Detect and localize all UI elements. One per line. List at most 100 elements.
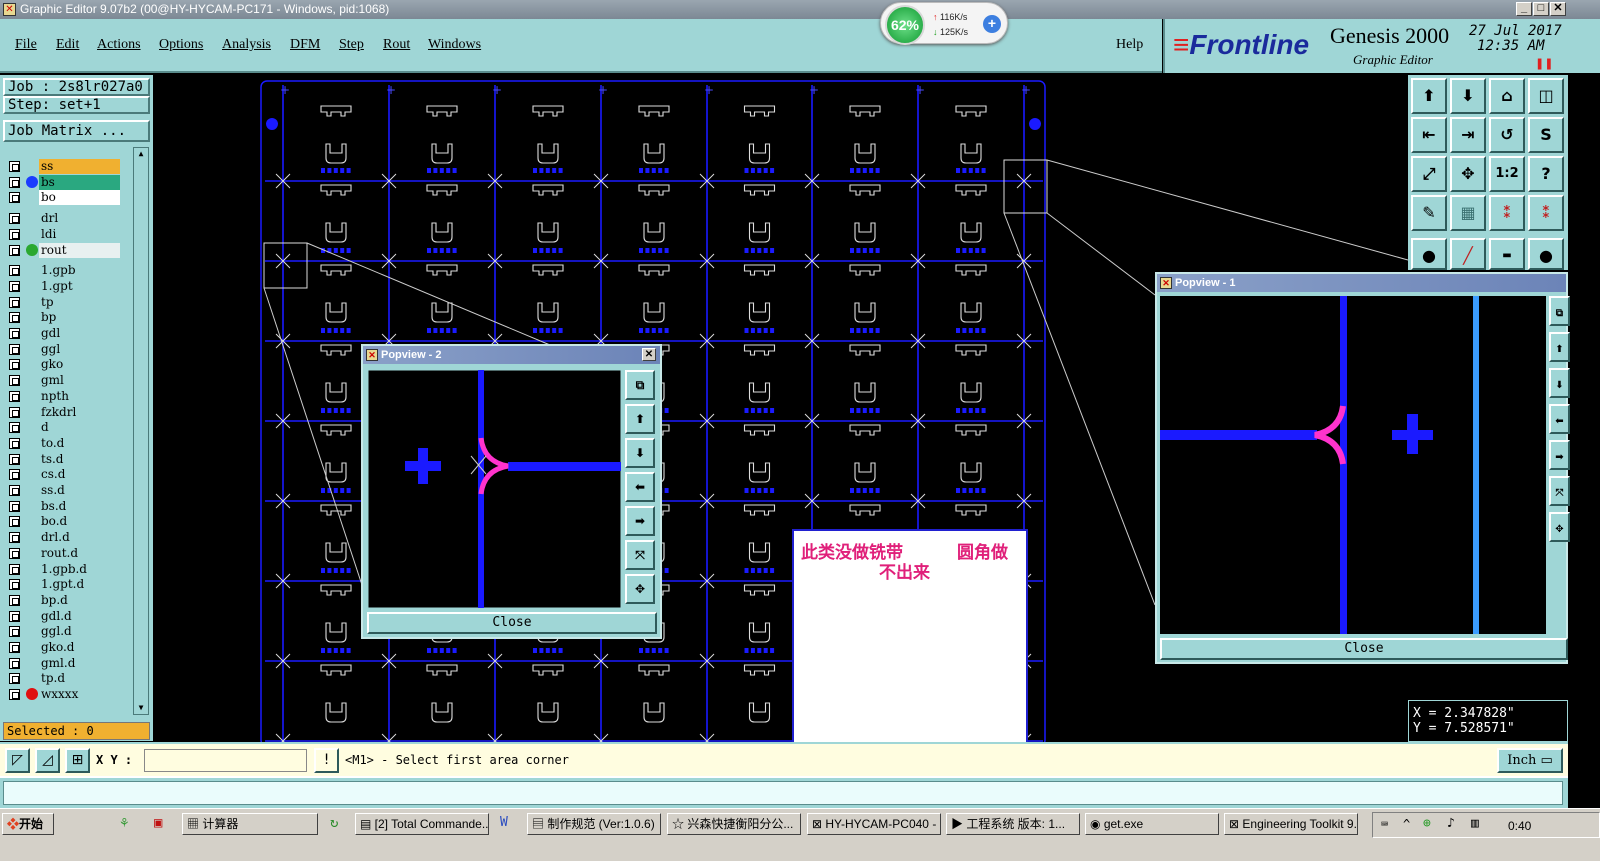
layer-row[interactable]: rout.d (5, 545, 123, 561)
popview-2-close-x[interactable]: ✕ (642, 348, 656, 361)
pan-right-icon[interactable]: ➡ (625, 506, 655, 536)
layer-checkbox[interactable] (9, 437, 20, 449)
task-total-commander[interactable]: ▤ [2] Total Commande... (355, 813, 489, 835)
layer-scrollbar[interactable]: ▲ ▼ (133, 147, 149, 715)
layer-checkbox[interactable] (9, 161, 20, 172)
layer-row[interactable]: wxxxx (5, 687, 123, 703)
layer-name[interactable]: gdl (39, 326, 120, 341)
layer-name[interactable]: bo.d (39, 514, 120, 530)
layer-name[interactable]: d (39, 420, 120, 436)
layer-row[interactable]: gdl (5, 326, 123, 341)
zoom-home-icon[interactable]: ⧉ (1549, 296, 1570, 326)
tray-app-icon[interactable]: ⊕ (1423, 816, 1431, 831)
layer-checkbox[interactable] (9, 673, 20, 685)
pan-up-icon[interactable]: ⬆ (625, 404, 655, 434)
layer-checkbox[interactable] (9, 406, 20, 418)
menu-analysis[interactable]: Analysis (222, 37, 271, 53)
redraw-icon[interactable]: S (1528, 117, 1564, 153)
layer-checkbox[interactable] (9, 579, 20, 591)
task-engineering-toolkit[interactable]: ⊠ Engineering Toolkit 9... (1224, 813, 1358, 835)
quicklaunch-icon[interactable]: ⚘ (120, 815, 128, 831)
layer-name[interactable]: rout.d (39, 545, 120, 561)
menu-step[interactable]: Step (339, 37, 364, 53)
layer-row[interactable]: ggl (5, 341, 123, 357)
layer-name[interactable]: bp (39, 310, 120, 326)
layer-checkbox[interactable] (9, 192, 20, 204)
menu-edit[interactable]: Edit (56, 37, 79, 53)
zoom-fit-icon[interactable]: ⤢ (1411, 156, 1447, 192)
layer-name[interactable]: ldi (39, 226, 120, 242)
home-down-icon[interactable]: ⬇ (1450, 78, 1486, 114)
menu-help[interactable]: Help (1116, 37, 1143, 53)
layer-name[interactable]: ss (39, 159, 120, 174)
popview-1-close-button[interactable]: Close (1160, 638, 1568, 660)
warning-icon[interactable]: ! (314, 748, 339, 773)
layer-checkbox[interactable] (9, 485, 20, 496)
cursor-icon[interactable]: ● (1411, 238, 1447, 270)
word-icon[interactable]: W (500, 815, 508, 830)
select-mode-icon[interactable]: ◸ (5, 748, 30, 773)
snap-icon[interactable]: ⁑ (1489, 195, 1525, 231)
speaker-icon[interactable]: ♪ (1447, 816, 1455, 831)
layer-checkbox[interactable] (9, 500, 20, 512)
layer-row[interactable]: ss (5, 159, 123, 174)
layer-name[interactable]: tp (39, 294, 120, 310)
layer-checkbox[interactable] (9, 642, 20, 653)
layer-row[interactable]: ss.d (5, 483, 123, 498)
layer-name[interactable]: gml.d (39, 655, 120, 671)
task-hycam[interactable]: ⊠ HY-HYCAM-PC040 - ... (807, 813, 941, 835)
pan-down-icon[interactable]: ⬇ (625, 438, 655, 468)
layer-row[interactable]: bs (5, 174, 123, 190)
home-up-icon[interactable]: ⬆ (1411, 78, 1447, 114)
layer-name[interactable]: 1.gpb.d (39, 561, 120, 577)
pan-left-icon[interactable]: ⬅ (625, 472, 655, 502)
layer-row[interactable]: drl.d (5, 530, 123, 546)
task-engineering-system[interactable]: ▶ 工程系统 版本: 1... (946, 813, 1080, 835)
layer-checkbox[interactable] (9, 594, 20, 606)
layer-checkbox[interactable] (9, 280, 20, 292)
layer-checkbox[interactable] (9, 469, 20, 481)
layer-checkbox[interactable] (9, 453, 20, 465)
layer-row[interactable]: tp.d (5, 671, 123, 687)
pan-right-icon[interactable]: ⇥ (1450, 117, 1486, 153)
layer-name[interactable]: ggl.d (39, 624, 120, 640)
layer-row[interactable]: bo (5, 190, 123, 206)
layer-name[interactable]: bs.d (39, 498, 120, 514)
layer-checkbox[interactable] (9, 328, 20, 339)
close-button[interactable]: ✕ (1550, 2, 1566, 16)
layer-name[interactable]: gdl.d (39, 608, 120, 624)
layer-name[interactable]: bp.d (39, 592, 120, 608)
layer-checkbox[interactable] (9, 610, 20, 622)
layer-name[interactable]: tp.d (39, 671, 120, 687)
layer-name[interactable]: bs (39, 174, 120, 190)
layer-checkbox[interactable] (9, 265, 20, 277)
grid-icon[interactable]: ▦ (1450, 195, 1486, 231)
pan-right-icon[interactable]: ➡ (1549, 440, 1570, 470)
layer-checkbox[interactable] (9, 375, 20, 387)
layer-row[interactable]: to.d (5, 435, 123, 451)
zoom-out-icon[interactable]: ⤧ (625, 540, 655, 570)
layer-row[interactable]: 1.gpb.d (5, 561, 123, 577)
layer-name[interactable]: 1.gpt.d (39, 577, 120, 593)
line-icon[interactable]: ╱ (1450, 238, 1486, 270)
layer-row[interactable]: 1.gpb (5, 263, 123, 279)
house-icon[interactable]: ⌂ (1489, 78, 1525, 114)
layer-name[interactable]: rout (39, 242, 120, 258)
layer-checkbox[interactable] (9, 657, 20, 669)
layer-name[interactable]: bo (39, 190, 120, 206)
layer-checkbox[interactable] (9, 689, 20, 701)
layer-row[interactable]: rout (5, 242, 123, 258)
draw-mode-icon[interactable]: ◿ (35, 748, 60, 773)
pan-left-icon[interactable]: ⇤ (1411, 117, 1447, 153)
layer-checkbox[interactable] (9, 359, 20, 371)
layer-row[interactable]: 1.gpt (5, 278, 123, 294)
layer-row[interactable]: gml.d (5, 655, 123, 671)
layer-row[interactable]: gko.d (5, 640, 123, 655)
zoom-out-icon[interactable]: ⤧ (1549, 476, 1570, 506)
add-icon[interactable]: + (983, 15, 1001, 33)
layer-checkbox[interactable] (9, 312, 20, 324)
menu-rout[interactable]: Rout (383, 37, 410, 53)
layer-checkbox[interactable] (9, 563, 20, 575)
layer-row[interactable]: bs.d (5, 498, 123, 514)
popview-2-close-button[interactable]: Close (367, 612, 657, 634)
